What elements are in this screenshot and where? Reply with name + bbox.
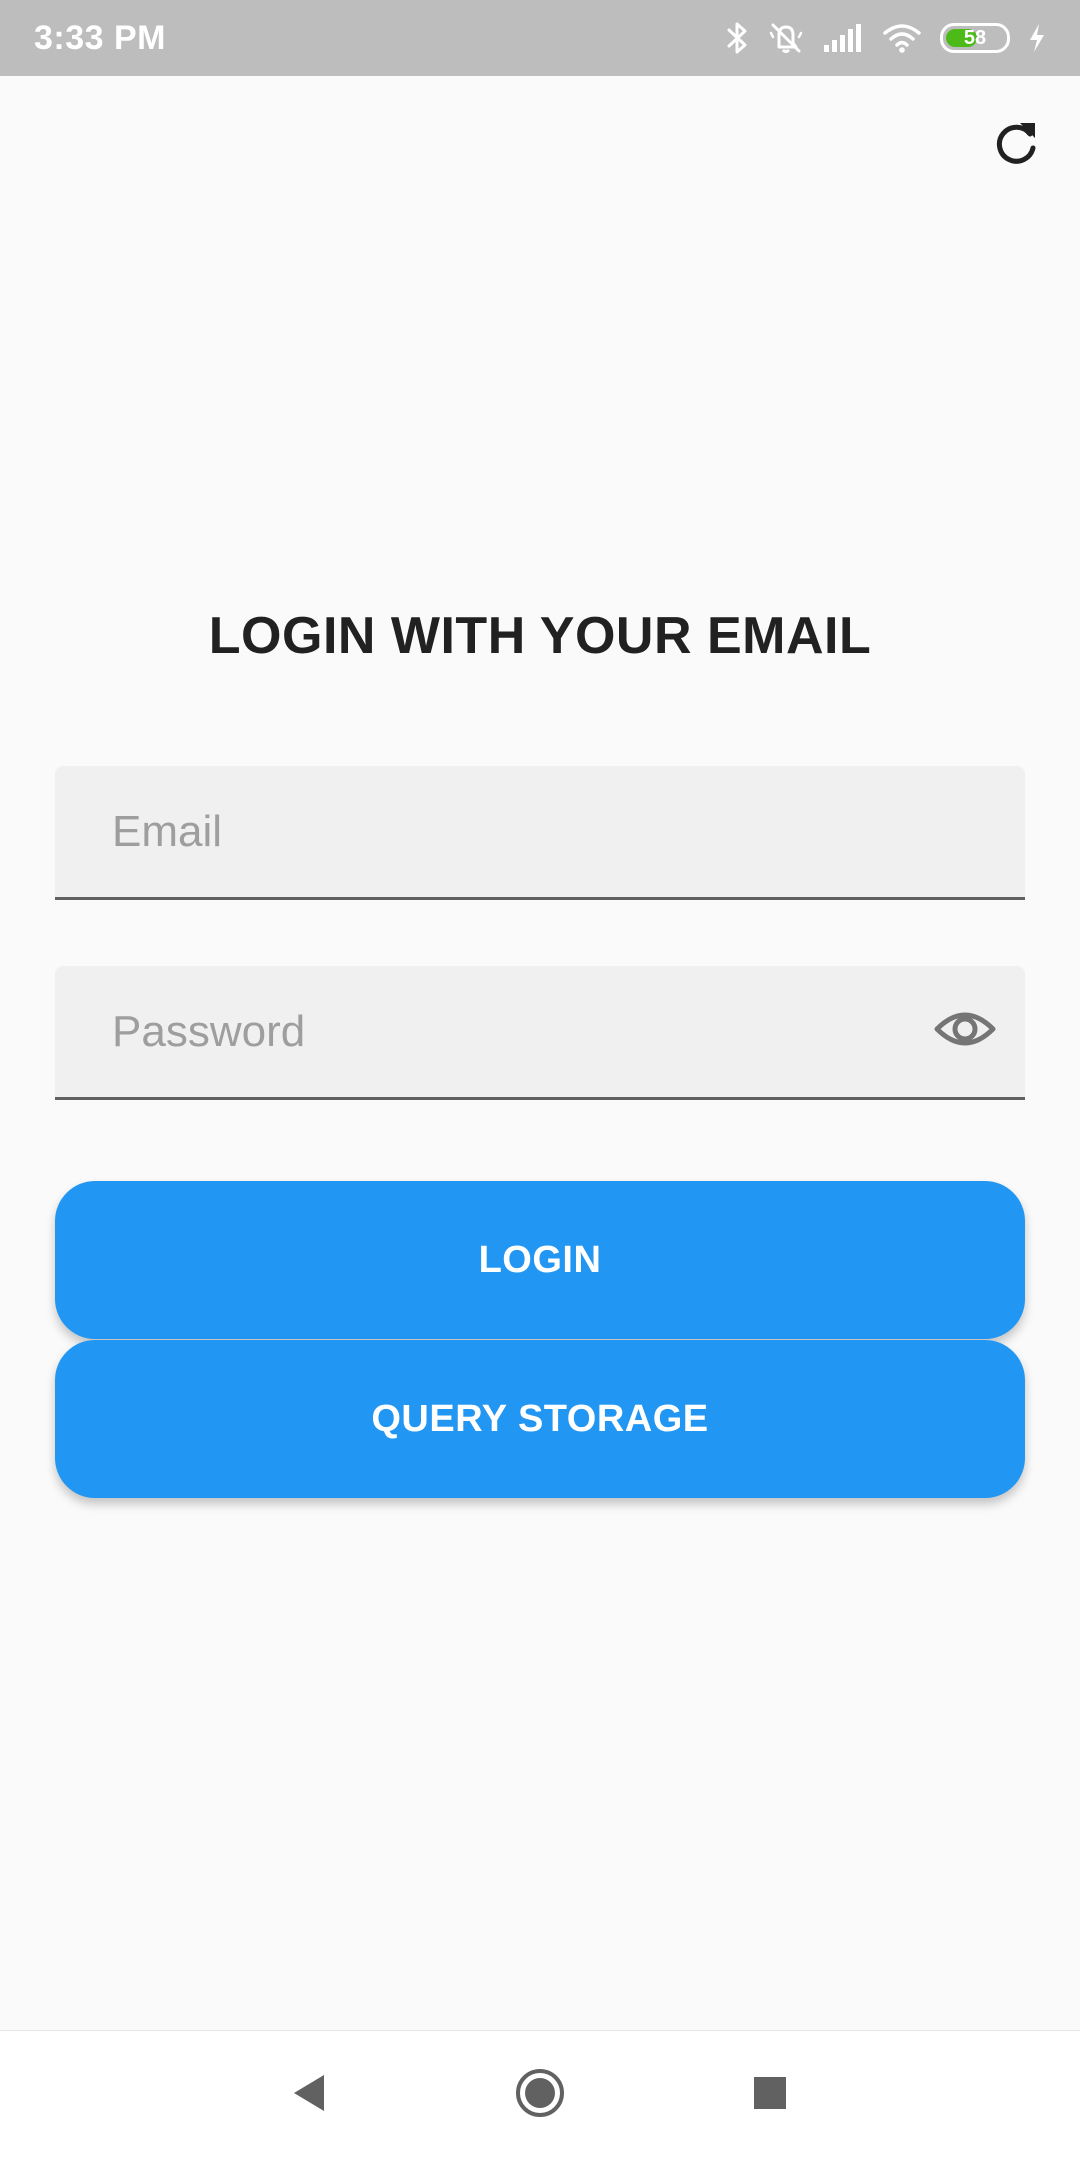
signal-icon [822, 23, 864, 53]
eye-icon [934, 1007, 996, 1056]
vibrate-off-icon [768, 21, 804, 55]
query-storage-button-label: QUERY STORAGE [371, 1397, 709, 1440]
home-button[interactable] [500, 2056, 580, 2136]
login-screen: LOGIN WITH YOUR EMAIL LOGIN QUERY STORAG… [0, 76, 1080, 2030]
refresh-icon [990, 118, 1042, 175]
refresh-button[interactable] [980, 110, 1052, 182]
password-field-container [55, 966, 1025, 1100]
login-button-label: LOGIN [478, 1238, 602, 1281]
login-button[interactable]: LOGIN [55, 1181, 1025, 1339]
query-storage-button[interactable]: QUERY STORAGE [55, 1340, 1025, 1498]
password-visibility-toggle[interactable] [915, 965, 1015, 1099]
battery-icon: 58 [940, 23, 1010, 53]
password-field[interactable] [110, 1005, 915, 1058]
recents-button[interactable] [730, 2056, 810, 2136]
wifi-icon [882, 23, 922, 53]
back-triangle-icon [290, 2071, 330, 2120]
email-field[interactable] [110, 805, 1025, 858]
email-field-container [55, 766, 1025, 900]
navigation-bar [0, 2030, 1080, 2160]
page-title: LOGIN WITH YOUR EMAIL [208, 607, 872, 665]
back-button[interactable] [270, 2056, 350, 2136]
home-circle-icon [514, 2067, 566, 2124]
status-bar: 3:33 PM 58 [0, 0, 1080, 76]
status-time: 3:33 PM [34, 18, 166, 57]
bluetooth-icon [726, 21, 750, 55]
charging-icon [1028, 23, 1046, 53]
status-icons: 58 [726, 21, 1046, 55]
battery-level: 58 [963, 26, 987, 49]
recents-square-icon [752, 2075, 788, 2116]
